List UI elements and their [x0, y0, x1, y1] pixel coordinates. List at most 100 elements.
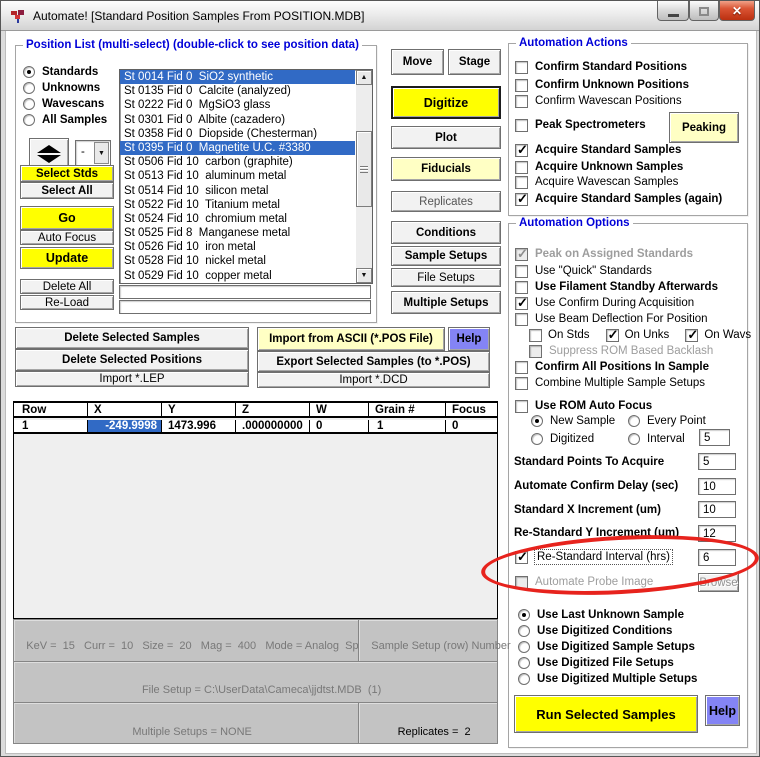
- checkbox-acquire-wavescan-samples[interactable]: Acquire Wavescan Samples: [515, 175, 678, 189]
- go-button[interactable]: Go: [20, 206, 114, 230]
- checkbox-combine-multiple-setups[interactable]: Combine Multiple Sample Setups: [515, 376, 705, 390]
- checkbox-acquire-standard-samples[interactable]: Acquire Standard Samples: [515, 143, 681, 157]
- checkbox-use-quick-standards[interactable]: Use "Quick" Standards: [515, 264, 652, 278]
- checkbox-icon[interactable]: [515, 313, 528, 326]
- radio-standards[interactable]: Standards: [23, 65, 98, 79]
- checkbox-icon[interactable]: [515, 193, 528, 206]
- radio-unknowns[interactable]: Unknowns: [23, 81, 100, 95]
- delete-selected-positions-button[interactable]: Delete Selected Positions: [15, 349, 249, 371]
- radio-icon[interactable]: [628, 415, 640, 427]
- checkbox-icon[interactable]: [515, 79, 528, 92]
- checkbox-confirm-all-positions[interactable]: Confirm All Positions In Sample: [515, 360, 709, 374]
- radio-icon[interactable]: [23, 114, 35, 126]
- confirm-delay-input[interactable]: 10: [698, 478, 736, 495]
- radio-interval[interactable]: Interval: [628, 432, 685, 446]
- radio-use-last-unknown-sample[interactable]: Use Last Unknown Sample: [518, 608, 684, 622]
- list-item[interactable]: St 0506 Fid 10 carbon (graphite): [120, 155, 355, 169]
- list-item[interactable]: St 0222 Fid 0 MgSiO3 glass: [120, 98, 355, 112]
- radio-use-digitized-sample-setups[interactable]: Use Digitized Sample Setups: [518, 640, 695, 654]
- radio-digitized[interactable]: Digitized: [531, 432, 594, 446]
- checkbox-peak-spectrometers[interactable]: Peak Spectrometers: [515, 118, 646, 132]
- radio-wavescans[interactable]: Wavescans: [23, 97, 104, 111]
- radio-icon[interactable]: [23, 66, 35, 78]
- checkbox-suppress-rom-backlash[interactable]: Suppress ROM Based Backlash: [529, 344, 713, 358]
- sample-setups-button[interactable]: Sample Setups: [391, 246, 501, 266]
- stage-button[interactable]: Stage: [448, 49, 501, 75]
- checkbox-peak-on-assigned-standards[interactable]: Peak on Assigned Standards: [515, 247, 693, 261]
- checkbox-icon[interactable]: [529, 345, 542, 358]
- radio-all-samples[interactable]: All Samples: [23, 113, 107, 127]
- checkbox-icon[interactable]: [515, 161, 528, 174]
- interval-input[interactable]: 5: [699, 429, 730, 446]
- plot-button[interactable]: Plot: [391, 126, 501, 149]
- radio-icon[interactable]: [628, 433, 640, 445]
- checkbox-use-beam-deflection[interactable]: Use Beam Deflection For Position: [515, 312, 708, 326]
- checkbox-use-confirm-during-acquisition[interactable]: Use Confirm During Acquisition: [515, 296, 694, 310]
- radio-icon[interactable]: [518, 673, 530, 685]
- minimize-button[interactable]: [657, 1, 689, 21]
- sort-column-dropdown[interactable]: -: [75, 140, 111, 166]
- radio-icon[interactable]: [531, 415, 543, 427]
- list-item[interactable]: St 0526 Fid 10 iron metal: [120, 240, 355, 254]
- radio-icon[interactable]: [23, 82, 35, 94]
- fiducials-button[interactable]: Fiducials: [391, 157, 501, 181]
- maximize-button[interactable]: [689, 1, 719, 21]
- position-grid[interactable]: Row X Y Z W Grain # Focus 1 -249.9998 14…: [13, 401, 498, 619]
- radio-icon[interactable]: [518, 657, 530, 669]
- y-increment-input[interactable]: 12: [698, 525, 736, 542]
- checkbox-icon[interactable]: [515, 297, 528, 310]
- checkbox-icon[interactable]: [515, 551, 528, 564]
- move-button[interactable]: Move: [391, 49, 444, 75]
- list-item[interactable]: St 0301 Fid 0 Albite (cazadero): [120, 113, 355, 127]
- import-ascii-button[interactable]: Import from ASCII (*.POS File): [257, 327, 445, 351]
- radio-icon[interactable]: [518, 625, 530, 637]
- reload-button[interactable]: Re-Load: [20, 295, 114, 310]
- checkbox-icon[interactable]: [515, 361, 528, 374]
- delete-all-button[interactable]: Delete All: [20, 279, 114, 294]
- import-lep-button[interactable]: Import *.LEP: [15, 371, 249, 387]
- checkbox-icon[interactable]: [515, 119, 528, 132]
- scroll-down-icon[interactable]: [356, 268, 372, 283]
- scroll-up-icon[interactable]: [356, 70, 372, 85]
- grid-cell-focus[interactable]: 0: [445, 420, 497, 432]
- replicates-button[interactable]: Replicates: [391, 191, 501, 212]
- checkbox-on-unks[interactable]: [606, 329, 619, 342]
- checkbox-on-wavs[interactable]: [685, 329, 698, 342]
- checkbox-icon[interactable]: [515, 248, 528, 261]
- checkbox-restandard-interval[interactable]: Re-Standard Interval (hrs): [515, 550, 672, 564]
- help-button-bottom[interactable]: Help: [705, 695, 740, 726]
- checkbox-icon[interactable]: [515, 281, 528, 294]
- radio-use-digitized-multiple-setups[interactable]: Use Digitized Multiple Setups: [518, 672, 697, 686]
- conditions-button[interactable]: Conditions: [391, 221, 501, 244]
- grid-cell-row[interactable]: 1: [14, 420, 87, 432]
- list-item[interactable]: St 0514 Fid 10 silicon metal: [120, 184, 355, 198]
- grid-cell-w[interactable]: 0: [309, 420, 368, 432]
- radio-icon[interactable]: [23, 98, 35, 110]
- checkbox-icon[interactable]: [515, 61, 528, 74]
- radio-new-sample[interactable]: New Sample: [531, 414, 615, 428]
- checkbox-use-filament-standby[interactable]: Use Filament Standby Afterwards: [515, 280, 718, 294]
- list-item[interactable]: St 0395 Fid 0 Magnetite U.C. #3380: [120, 141, 355, 155]
- grid-cell-y[interactable]: 1473.996: [161, 420, 235, 432]
- export-selected-button[interactable]: Export Selected Samples (to *.POS): [257, 351, 490, 372]
- radio-use-digitized-file-setups[interactable]: Use Digitized File Setups: [518, 656, 674, 670]
- update-button[interactable]: Update: [20, 247, 114, 269]
- checkbox-acquire-unknown-samples[interactable]: Acquire Unknown Samples: [515, 160, 683, 174]
- radio-use-digitized-conditions[interactable]: Use Digitized Conditions: [518, 624, 672, 638]
- run-selected-samples-button[interactable]: Run Selected Samples: [514, 695, 698, 733]
- checkbox-acquire-standard-samples-again[interactable]: Acquire Standard Samples (again): [515, 192, 722, 206]
- digitize-button[interactable]: Digitize: [391, 86, 501, 119]
- position-info-field-1[interactable]: [119, 285, 371, 299]
- checkbox-icon[interactable]: [515, 576, 528, 589]
- checkbox-automate-probe-image[interactable]: Automate Probe Image: [515, 575, 653, 589]
- position-info-field-2[interactable]: [119, 300, 371, 314]
- help-button-mid[interactable]: Help: [448, 327, 490, 351]
- checkbox-icon[interactable]: [515, 176, 528, 189]
- grid-cell-x-selected[interactable]: -249.9998: [87, 420, 161, 432]
- checkbox-icon[interactable]: [515, 144, 528, 157]
- checkbox-icon[interactable]: [515, 265, 528, 278]
- select-all-button[interactable]: Select All: [20, 182, 114, 199]
- restandard-interval-input[interactable]: 6: [698, 549, 736, 566]
- checkbox-confirm-unknown-positions[interactable]: Confirm Unknown Positions: [515, 78, 689, 92]
- list-item[interactable]: St 0014 Fid 0 SiO2 synthetic: [120, 70, 355, 84]
